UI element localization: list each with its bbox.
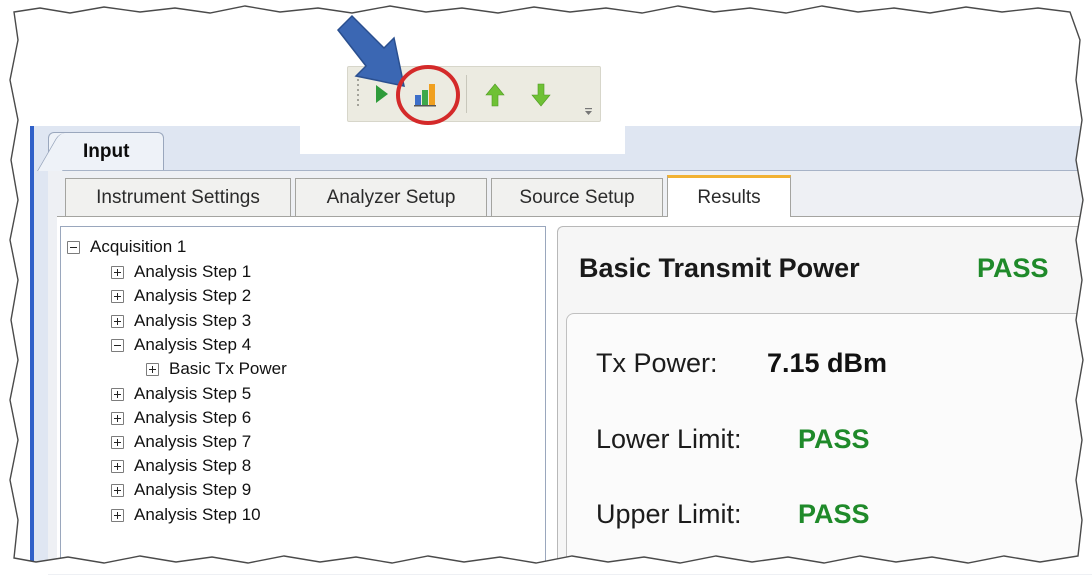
tab-strip: Instrument Settings Analyzer Setup Sourc… — [57, 175, 1092, 220]
expand-icon[interactable] — [111, 459, 124, 473]
tree-node-analysis-step-3[interactable]: Analysis Step 3 — [111, 310, 251, 332]
tab-results[interactable]: Results — [667, 175, 791, 217]
tree-node-label: Analysis Step 8 — [134, 456, 252, 475]
tx-power-value: 7.15 dBm — [767, 348, 888, 378]
tree-node-label: Analysis Step 4 — [134, 335, 252, 354]
lower-limit-label: Lower Limit: — [596, 424, 742, 454]
tree-node-label: Analysis Step 5 — [134, 384, 252, 403]
acquisition-tree: Acquisition 1 Analysis Step 1 Analysis S… — [60, 226, 546, 574]
window-left-edge — [30, 126, 34, 574]
toolbar — [347, 66, 601, 122]
tree-node-analysis-step-4[interactable]: Analysis Step 4 — [111, 334, 251, 356]
play-button[interactable] — [372, 81, 392, 107]
tab-source-setup[interactable]: Source Setup — [491, 178, 663, 216]
tree-node-basic-tx-power[interactable]: Basic Tx Power — [146, 358, 287, 380]
tree-node-label: Acquisition 1 — [90, 237, 187, 256]
move-down-button[interactable] — [528, 81, 554, 109]
collapse-icon[interactable] — [111, 338, 124, 352]
arrow-up-icon — [485, 83, 505, 107]
toolbar-separator — [466, 75, 467, 113]
play-icon — [376, 85, 388, 103]
bar-chart-icon — [414, 84, 436, 107]
tree-node-analysis-step-9[interactable]: Analysis Step 9 — [111, 479, 251, 501]
upper-limit-label: Upper Limit: — [596, 499, 742, 529]
tab-instrument-settings[interactable]: Instrument Settings — [65, 178, 291, 216]
results-overall-status: PASS — [977, 253, 1049, 283]
tree-node-analysis-step-8[interactable]: Analysis Step 8 — [111, 455, 251, 477]
expand-icon[interactable] — [111, 483, 124, 497]
tree-node-analysis-step-7[interactable]: Analysis Step 7 — [111, 431, 251, 453]
document-tab-input[interactable]: Input — [48, 132, 164, 170]
expand-icon[interactable] — [111, 289, 124, 303]
toolbar-options-icon[interactable] — [584, 107, 593, 116]
expand-icon[interactable] — [111, 314, 124, 328]
tree-node-analysis-step-6[interactable]: Analysis Step 6 — [111, 407, 251, 429]
tree-node-label: Analysis Step 10 — [134, 505, 261, 524]
tree-node-label: Analysis Step 2 — [134, 286, 252, 305]
tree-node-analysis-step-1[interactable]: Analysis Step 1 — [111, 261, 251, 283]
results-chart-button[interactable] — [410, 79, 440, 109]
lower-limit-status: PASS — [798, 424, 870, 454]
toolbar-grip[interactable] — [357, 79, 359, 109]
tree-node-label: Analysis Step 3 — [134, 311, 252, 330]
tree-node-label: Analysis Step 9 — [134, 480, 252, 499]
upper-limit-status: PASS — [798, 499, 870, 529]
collapse-icon[interactable] — [67, 240, 80, 254]
expand-icon[interactable] — [111, 508, 124, 522]
results-title: Basic Transmit Power — [579, 253, 860, 283]
tree-node-acquisition-1[interactable]: Acquisition 1 — [67, 236, 186, 258]
tab-analyzer-setup[interactable]: Analyzer Setup — [295, 178, 487, 216]
arrow-down-icon — [531, 83, 551, 107]
tree-node-analysis-step-5[interactable]: Analysis Step 5 — [111, 383, 251, 405]
expand-icon[interactable] — [111, 411, 124, 425]
expand-icon[interactable] — [146, 362, 159, 376]
move-up-button[interactable] — [482, 81, 508, 109]
tree-node-label: Analysis Step 6 — [134, 408, 252, 427]
toolbar-backdrop — [300, 120, 625, 154]
tree-node-analysis-step-10[interactable]: Analysis Step 10 — [111, 504, 261, 526]
expand-icon[interactable] — [111, 265, 124, 279]
expand-icon[interactable] — [111, 435, 124, 449]
tree-node-label: Analysis Step 1 — [134, 262, 252, 281]
tree-node-label: Basic Tx Power — [169, 359, 287, 378]
expand-icon[interactable] — [111, 387, 124, 401]
tx-power-label: Tx Power: — [596, 348, 718, 378]
tree-node-analysis-step-2[interactable]: Analysis Step 2 — [111, 285, 251, 307]
tree-node-label: Analysis Step 7 — [134, 432, 252, 451]
